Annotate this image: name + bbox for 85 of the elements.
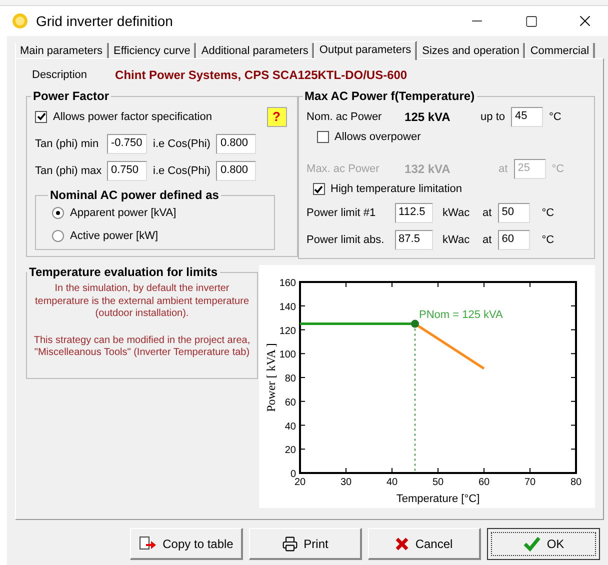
unit-label: kWac bbox=[442, 207, 471, 220]
group-title: Nominal AC power defined as bbox=[49, 188, 220, 202]
description-value: Chint Power Systems, CPS SCA125KTL-DO/US-600 bbox=[115, 68, 408, 82]
y-tick-label: 80 bbox=[284, 374, 296, 384]
printer-icon bbox=[282, 536, 298, 552]
radio-label: Apparent power [kVA] bbox=[70, 206, 176, 218]
checkbox[interactable] bbox=[35, 110, 47, 122]
unit-label: kWac bbox=[442, 234, 471, 246]
unit-label: °C bbox=[542, 234, 554, 246]
field-label: Max. ac Power bbox=[306, 162, 380, 175]
field-label: Tan (phi) max bbox=[35, 164, 101, 176]
input-field[interactable]: 0.800 bbox=[216, 134, 256, 154]
input-field[interactable]: 0.800 bbox=[216, 160, 256, 180]
y-tick-label: 60 bbox=[284, 397, 296, 408]
copy-button[interactable]: Copy to table bbox=[130, 528, 243, 560]
y-tick-label: 20 bbox=[284, 445, 296, 456]
y-axis-title: Power [ kVA ] bbox=[264, 343, 278, 412]
power-value: 132 kVA bbox=[404, 162, 452, 176]
checkbox-label: High temperature limitation bbox=[330, 183, 462, 196]
group-title: Max AC Power f(Temperature) bbox=[304, 89, 476, 103]
radio-label: Active power [kW] bbox=[70, 230, 158, 242]
x-tick-label: 50 bbox=[432, 477, 444, 488]
tab[interactable]: Additional parameters bbox=[196, 43, 314, 58]
field-label: up to bbox=[480, 110, 505, 123]
checkbox-label: Allows power factor specification bbox=[53, 110, 212, 122]
copy-icon bbox=[138, 536, 157, 552]
tab[interactable]: Commercial bbox=[525, 43, 596, 58]
input-field[interactable]: 45 bbox=[511, 106, 543, 127]
x-axis-title: Temperature [°C] bbox=[396, 493, 480, 505]
window-title: Grid inverter definition bbox=[36, 13, 174, 29]
y-tick-label: 40 bbox=[284, 421, 296, 432]
y-tick-label: 120 bbox=[279, 326, 296, 337]
cross-icon bbox=[395, 536, 410, 550]
info-text: This strategy can be modified in the project area, "Miscelleanous Tools" (Inverter Temperature tab) bbox=[32, 334, 252, 360]
print-button[interactable]: Print bbox=[249, 528, 362, 560]
x-tick-label: 70 bbox=[524, 477, 536, 488]
chart-annotation: PNom = 125 kVA bbox=[419, 308, 503, 321]
input-field[interactable]: 0.750 bbox=[107, 160, 147, 180]
radio-button[interactable] bbox=[52, 230, 64, 242]
checkbox[interactable] bbox=[312, 183, 325, 196]
info-text: In the simulation, by default the inverter temperature is the external ambient temperature (outdoor installation). bbox=[34, 283, 250, 320]
data-point bbox=[411, 320, 419, 328]
field-label: i.e Cos(Phi) bbox=[153, 164, 210, 176]
field-label: at bbox=[482, 207, 492, 220]
field-label: Power limit #1 bbox=[306, 207, 377, 220]
unit-label: °C bbox=[549, 110, 562, 123]
description-label: Description bbox=[32, 69, 88, 81]
field-label: Nom. ac Power bbox=[306, 110, 383, 123]
radio-button[interactable] bbox=[52, 206, 64, 218]
maximize-icon[interactable] bbox=[524, 14, 538, 28]
field-label: at bbox=[482, 234, 492, 246]
input-field[interactable]: 112.5 bbox=[394, 203, 433, 224]
input-field[interactable]: -0.750 bbox=[107, 134, 147, 154]
checkbox[interactable] bbox=[316, 130, 329, 143]
input-field[interactable]: 50 bbox=[498, 203, 530, 224]
field-label: at bbox=[498, 162, 508, 175]
y-tick-label: 140 bbox=[279, 302, 296, 313]
field-label: Tan (phi) min bbox=[35, 138, 100, 150]
tab[interactable]: Sizes and operation bbox=[417, 43, 526, 58]
input-field[interactable]: 87.5 bbox=[394, 230, 433, 250]
cancel-button[interactable]: Cancel bbox=[368, 528, 481, 560]
unit-label: °C bbox=[542, 207, 554, 220]
group-title: Power Factor bbox=[32, 89, 110, 103]
y-tick-label: 100 bbox=[279, 350, 296, 361]
field-label: Power limit abs. bbox=[306, 234, 386, 246]
unit-label: °C bbox=[552, 162, 564, 175]
group-title: Temperature evaluation for limits bbox=[28, 265, 218, 279]
tab[interactable]: Main parameters bbox=[15, 43, 109, 58]
tab[interactable]: Output parameters bbox=[314, 41, 418, 60]
x-tick-label: 30 bbox=[340, 477, 352, 488]
help-button[interactable]: ? bbox=[266, 106, 287, 126]
y-tick-label: 0 bbox=[290, 469, 296, 480]
x-tick-label: 80 bbox=[570, 477, 582, 488]
x-tick-label: 40 bbox=[386, 477, 398, 488]
power-value: 125 kVA bbox=[404, 110, 452, 124]
tab[interactable]: Efficiency curve bbox=[108, 43, 196, 58]
x-tick-label: 60 bbox=[478, 477, 490, 488]
checkbox-label: Allows overpower bbox=[334, 130, 421, 143]
x-tick-label: 20 bbox=[294, 477, 306, 488]
checkmark-icon bbox=[522, 536, 541, 552]
app-icon bbox=[12, 13, 28, 29]
field-label: i.e Cos(Phi) bbox=[153, 138, 210, 150]
ok-button[interactable]: OK bbox=[487, 528, 600, 560]
y-tick-label: 160 bbox=[279, 278, 296, 289]
input-field[interactable]: 60 bbox=[498, 230, 530, 250]
